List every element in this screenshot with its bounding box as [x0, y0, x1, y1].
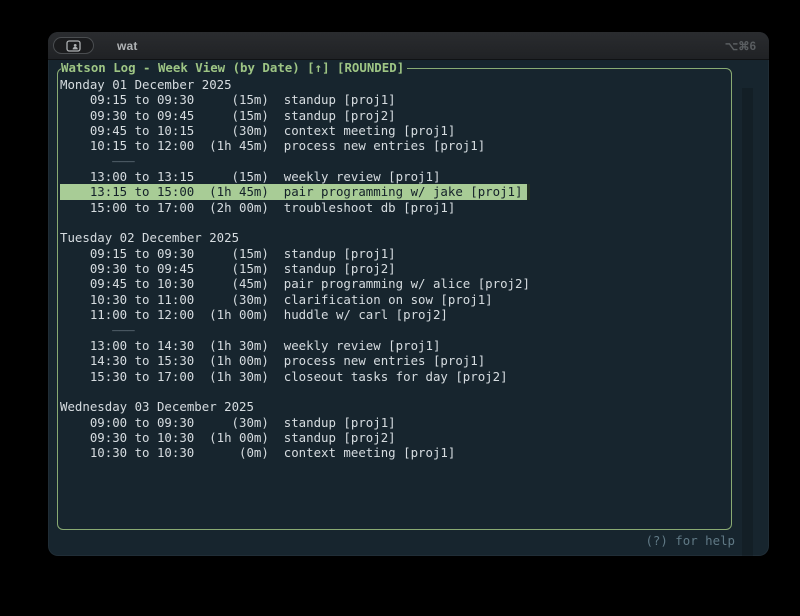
entry-duration: (1h 30m): [194, 338, 269, 353]
entry-duration: (1h 00m): [194, 430, 269, 445]
window-title: wat: [117, 39, 138, 53]
log-entry[interactable]: 09:30 to 10:30(1h 00m)standup [proj2]: [60, 430, 400, 445]
log-entry-selected[interactable]: 13:15 to 15:00(1h 45m)pair programming w…: [60, 184, 530, 199]
log-entry[interactable]: 09:45 to 10:30(45m)pair programming w/ a…: [60, 276, 534, 291]
entry-description: weekly review [proj1]: [269, 169, 441, 184]
entry-time-range: 09:30 to 09:45: [90, 108, 194, 123]
entry-duration: (15m): [194, 246, 269, 261]
titlebar: wat ⌥⌘6: [48, 32, 769, 60]
entry-time-range: 09:15 to 09:30: [90, 92, 194, 107]
entry-duration: (1h 45m): [194, 184, 269, 199]
gap-separator: ───: [60, 154, 135, 169]
entry-description: standup [proj2]: [269, 261, 396, 276]
blank-line: [60, 384, 67, 399]
day-block: Wednesday 03 December 202509:00 to 09:30…: [60, 399, 729, 460]
entry-time-range: 09:00 to 09:30: [90, 415, 194, 430]
terminal-content: Watson Log - Week View (by Date) [↑] [RO…: [48, 60, 769, 556]
entry-time-range: 09:15 to 09:30: [90, 246, 194, 261]
terminal-tab[interactable]: [53, 37, 94, 54]
entry-duration: (15m): [194, 92, 269, 107]
tab-shortcut-label: ⌥⌘6: [725, 39, 756, 53]
entry-time-range: 13:00 to 14:30: [90, 338, 194, 353]
log-entry[interactable]: 09:45 to 10:15(30m)context meeting [proj…: [60, 123, 460, 138]
entry-time-range: 10:15 to 12:00: [90, 138, 194, 153]
entry-description: standup [proj1]: [269, 415, 396, 430]
log-entry[interactable]: 13:00 to 14:30(1h 30m)weekly review [pro…: [60, 338, 445, 353]
entry-description: process new entries [proj1]: [269, 353, 485, 368]
entry-time-range: 14:30 to 15:30: [90, 353, 194, 368]
entry-time-range: 15:30 to 17:00: [90, 369, 194, 384]
log-entry[interactable]: 09:15 to 09:30(15m)standup [proj1]: [60, 92, 400, 107]
gap-separator: ───: [60, 323, 135, 338]
log-entry[interactable]: 14:30 to 15:30(1h 00m)process new entrie…: [60, 353, 490, 368]
entry-time-range: 10:30 to 11:00: [90, 292, 194, 307]
entry-description: closeout tasks for day [proj2]: [269, 369, 508, 384]
entry-duration: (30m): [194, 292, 269, 307]
entry-description: context meeting [proj1]: [269, 123, 455, 138]
entry-description: pair programming w/ jake [proj1]: [269, 184, 523, 199]
log-entry[interactable]: 11:00 to 12:00(1h 00m)huddle w/ carl [pr…: [60, 307, 452, 322]
entry-duration: (1h 45m): [194, 138, 269, 153]
entry-description: standup [proj1]: [269, 92, 396, 107]
entry-time-range: 13:15 to 15:00: [90, 184, 194, 199]
entry-time-range: 09:30 to 09:45: [90, 261, 194, 276]
help-hint: (?) for help: [645, 533, 735, 548]
entry-time-range: 09:30 to 10:30: [90, 430, 194, 445]
log-entry[interactable]: 09:30 to 09:45(15m)standup [proj2]: [60, 108, 400, 123]
terminal-window: wat ⌥⌘6 Watson Log - Week View (by Date)…: [48, 32, 769, 556]
log-days: Monday 01 December 202509:15 to 09:30(15…: [58, 69, 731, 529]
log-entry[interactable]: 10:30 to 10:30(0m)context meeting [proj1…: [60, 445, 460, 460]
scrollbar-track[interactable]: [742, 88, 753, 556]
entry-duration: (30m): [194, 415, 269, 430]
entry-duration: (1h 00m): [194, 307, 269, 322]
entry-description: troubleshoot db [proj1]: [269, 200, 455, 215]
entry-duration: (15m): [194, 169, 269, 184]
entry-duration: (0m): [194, 445, 269, 460]
log-entry[interactable]: 09:00 to 09:30(30m)standup [proj1]: [60, 415, 400, 430]
entry-time-range: 10:30 to 10:30: [90, 445, 194, 460]
entry-duration: (1h 30m): [194, 369, 269, 384]
log-entry[interactable]: 09:15 to 09:30(15m)standup [proj1]: [60, 246, 400, 261]
entry-time-range: 13:00 to 13:15: [90, 169, 194, 184]
log-entry[interactable]: 15:30 to 17:00(1h 30m)closeout tasks for…: [60, 369, 512, 384]
log-entry[interactable]: 10:15 to 12:00(1h 45m)process new entrie…: [60, 138, 490, 153]
entry-description: context meeting [proj1]: [269, 445, 455, 460]
log-entry[interactable]: 10:30 to 11:00(30m)clarification on sow …: [60, 292, 497, 307]
entry-duration: (15m): [194, 261, 269, 276]
day-header: Monday 01 December 2025: [60, 77, 232, 92]
entry-description: standup [proj2]: [269, 430, 396, 445]
log-entry[interactable]: 15:00 to 17:00(2h 00m)troubleshoot db [p…: [60, 200, 460, 215]
day-block: Tuesday 02 December 202509:15 to 09:30(1…: [60, 230, 729, 383]
entry-duration: (2h 00m): [194, 200, 269, 215]
entry-duration: (15m): [194, 108, 269, 123]
entry-duration: (45m): [194, 276, 269, 291]
entry-description: clarification on sow [proj1]: [269, 292, 493, 307]
entry-description: weekly review [proj1]: [269, 338, 441, 353]
entry-time-range: 11:00 to 12:00: [90, 307, 194, 322]
day-header: Tuesday 02 December 2025: [60, 230, 239, 245]
terminal-screen-icon: [66, 40, 81, 52]
entry-time-range: 15:00 to 17:00: [90, 200, 194, 215]
week-view-panel: Watson Log - Week View (by Date) [↑] [RO…: [57, 68, 732, 530]
entry-description: huddle w/ carl [proj2]: [269, 307, 448, 322]
log-entry[interactable]: 13:00 to 13:15(15m)weekly review [proj1]: [60, 169, 445, 184]
entry-duration: (1h 00m): [194, 353, 269, 368]
blank-line: [60, 215, 67, 230]
entry-time-range: 09:45 to 10:15: [90, 123, 194, 138]
entry-duration: (30m): [194, 123, 269, 138]
entry-time-range: 09:45 to 10:30: [90, 276, 194, 291]
entry-description: process new entries [proj1]: [269, 138, 485, 153]
entry-description: pair programming w/ alice [proj2]: [269, 276, 530, 291]
entry-description: standup [proj2]: [269, 108, 396, 123]
log-entry[interactable]: 09:30 to 09:45(15m)standup [proj2]: [60, 261, 400, 276]
day-header: Wednesday 03 December 2025: [60, 399, 254, 414]
day-block: Monday 01 December 202509:15 to 09:30(15…: [60, 77, 729, 215]
entry-description: standup [proj1]: [269, 246, 396, 261]
